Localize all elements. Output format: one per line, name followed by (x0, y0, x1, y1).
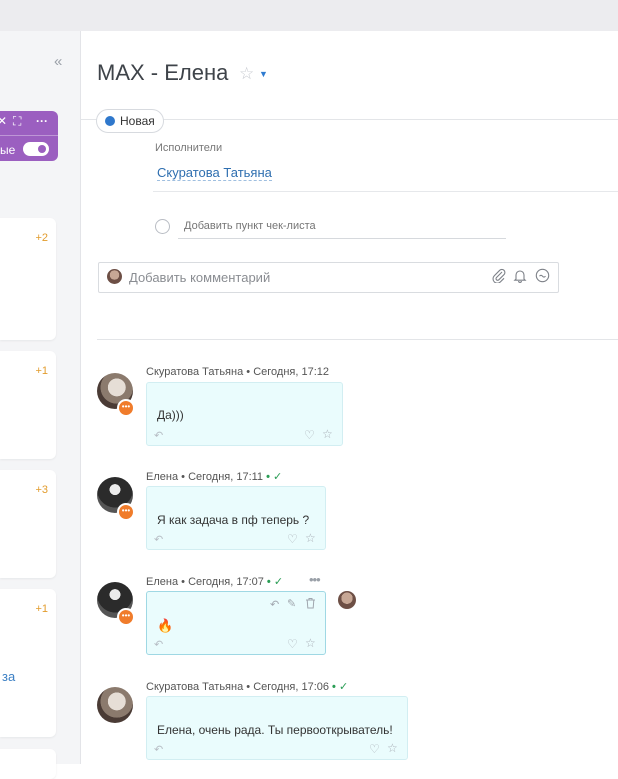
trash-icon[interactable] (305, 597, 316, 612)
more-icon[interactable]: ··· (36, 114, 48, 128)
status-dot-icon: ••• (117, 608, 135, 626)
star-icon[interactable]: ☆ (322, 427, 333, 441)
task-card[interactable]: +3 (0, 470, 56, 578)
comment-input[interactable]: Добавить комментарий (129, 270, 270, 285)
task-card[interactable]: +1 за (0, 589, 56, 737)
task-title: MAX - Елена (97, 60, 229, 85)
message-author[interactable]: Скуратова Татьяна (146, 681, 243, 693)
message-bubble: Елена, очень рада. Ты первооткрыватель! … (146, 696, 408, 760)
message-text: Я как задача в пф теперь ? (157, 513, 310, 527)
reply-icon[interactable]: ↶ (154, 638, 163, 651)
star-icon[interactable]: ☆ (305, 636, 316, 650)
assignee-link[interactable]: Скуратова Татьяна (157, 165, 272, 181)
bell-icon[interactable] (513, 268, 527, 286)
task-card[interactable] (0, 749, 56, 779)
message-header: Скуратова Татьяна • Сегодня, 17:12 (146, 366, 329, 378)
comments-divider (97, 339, 618, 340)
message-bubble: Да))) ↶ ♡ ☆ (146, 382, 343, 446)
card-link[interactable]: за (2, 669, 15, 684)
heart-icon[interactable]: ♡ (369, 742, 380, 756)
toggle-switch[interactable] (23, 142, 49, 156)
chevron-down-icon[interactable]: ▼ (259, 69, 268, 79)
left-panel: « ✕ ⛶ ··· ые +2 +1 +3 +1 за (0, 31, 81, 779)
assignee-label: Исполнители (155, 142, 223, 154)
reply-icon[interactable]: ↶ (270, 598, 279, 611)
message-text: Да))) (157, 408, 184, 422)
message-author[interactable]: Елена (146, 471, 178, 483)
count-badge: +1 (35, 603, 48, 615)
edit-icon[interactable]: ✎ (287, 597, 296, 610)
message-time: Сегодня, 17:11 (188, 471, 264, 483)
status-badge[interactable]: Новая (96, 109, 164, 133)
message-header: Елена • Сегодня, 17:07 • ✓ (146, 576, 284, 588)
reply-icon[interactable]: ↶ (154, 743, 163, 756)
checklist-input[interactable] (178, 214, 506, 239)
count-badge: +3 (35, 484, 48, 496)
scan-icon[interactable]: ⛶ (13, 114, 21, 129)
paperclip-icon[interactable] (492, 268, 506, 286)
status-dot-icon: ••• (117, 503, 135, 521)
comment-box[interactable]: Добавить комментарий (98, 262, 559, 293)
message-bubble: Я как задача в пф теперь ? ↶ ♡ ☆ (146, 486, 326, 550)
assignee-divider (153, 191, 618, 192)
message-text: 🔥 (157, 618, 174, 633)
message-text: Елена, очень рада. Ты первооткрыватель! (157, 723, 393, 737)
message-author[interactable]: Елена (146, 576, 178, 588)
star-icon[interactable]: ☆ (387, 741, 398, 755)
message-author[interactable]: Скуратова Татьяна (146, 366, 243, 378)
count-badge: +2 (35, 232, 48, 244)
avatar (107, 269, 122, 284)
avatar[interactable] (338, 591, 356, 609)
filter-toolbar: ✕ ⛶ ··· ые (0, 111, 58, 161)
close-icon[interactable]: ✕ (0, 114, 7, 128)
star-icon[interactable]: ☆ (305, 531, 316, 545)
task-card[interactable]: +2 (0, 218, 56, 340)
heart-icon[interactable]: ♡ (304, 428, 315, 442)
task-card[interactable]: +1 (0, 351, 56, 459)
message-time: Сегодня, 17:06 (253, 681, 329, 693)
toggle-label: ые (0, 143, 16, 157)
toolbar-divider (0, 135, 58, 136)
heart-icon[interactable]: ♡ (287, 532, 298, 546)
read-check-icon: • ✓ (332, 681, 349, 693)
message-header: Скуратова Татьяна • Сегодня, 17:06 • ✓ (146, 681, 349, 693)
message-bubble: ↶ ✎ 🔥 ↶ ♡ ☆ (146, 591, 326, 655)
reply-icon[interactable]: ↶ (154, 429, 163, 442)
status-dot-icon: ••• (117, 399, 135, 417)
checklist-circle-icon[interactable] (155, 219, 170, 234)
collapse-panel-icon[interactable]: « (54, 53, 62, 70)
reply-icon[interactable]: ↶ (154, 533, 163, 546)
read-check-icon: • ✓ (266, 576, 284, 588)
message-time: Сегодня, 17:12 (253, 366, 329, 378)
status-dot-icon (105, 116, 115, 126)
avatar[interactable] (97, 687, 133, 723)
status-label: Новая (120, 114, 155, 128)
read-check-icon: • ✓ (266, 471, 283, 483)
heart-icon[interactable]: ♡ (287, 637, 298, 651)
message-header: Елена • Сегодня, 17:11 • ✓ (146, 471, 283, 483)
count-badge: +1 (35, 365, 48, 377)
emoji-icon[interactable] (535, 268, 550, 286)
top-bar (0, 0, 618, 31)
favorite-star-icon[interactable]: ☆ (239, 64, 254, 84)
more-options-icon[interactable]: ••• (309, 572, 321, 587)
message-time: Сегодня, 17:07 (188, 576, 264, 588)
